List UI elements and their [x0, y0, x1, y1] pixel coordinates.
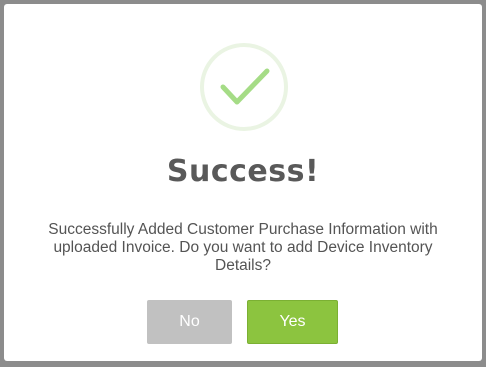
dialog-message: Successfully Added Customer Purchase Inf… [48, 221, 438, 274]
yes-button[interactable]: Yes [247, 300, 338, 344]
checkmark-icon [220, 68, 270, 105]
success-icon-ring [200, 43, 288, 131]
dialog-title: Success! [166, 154, 320, 189]
no-button[interactable]: No [147, 300, 232, 344]
success-dialog: Success! Successfully Added Customer Pur… [4, 4, 482, 361]
